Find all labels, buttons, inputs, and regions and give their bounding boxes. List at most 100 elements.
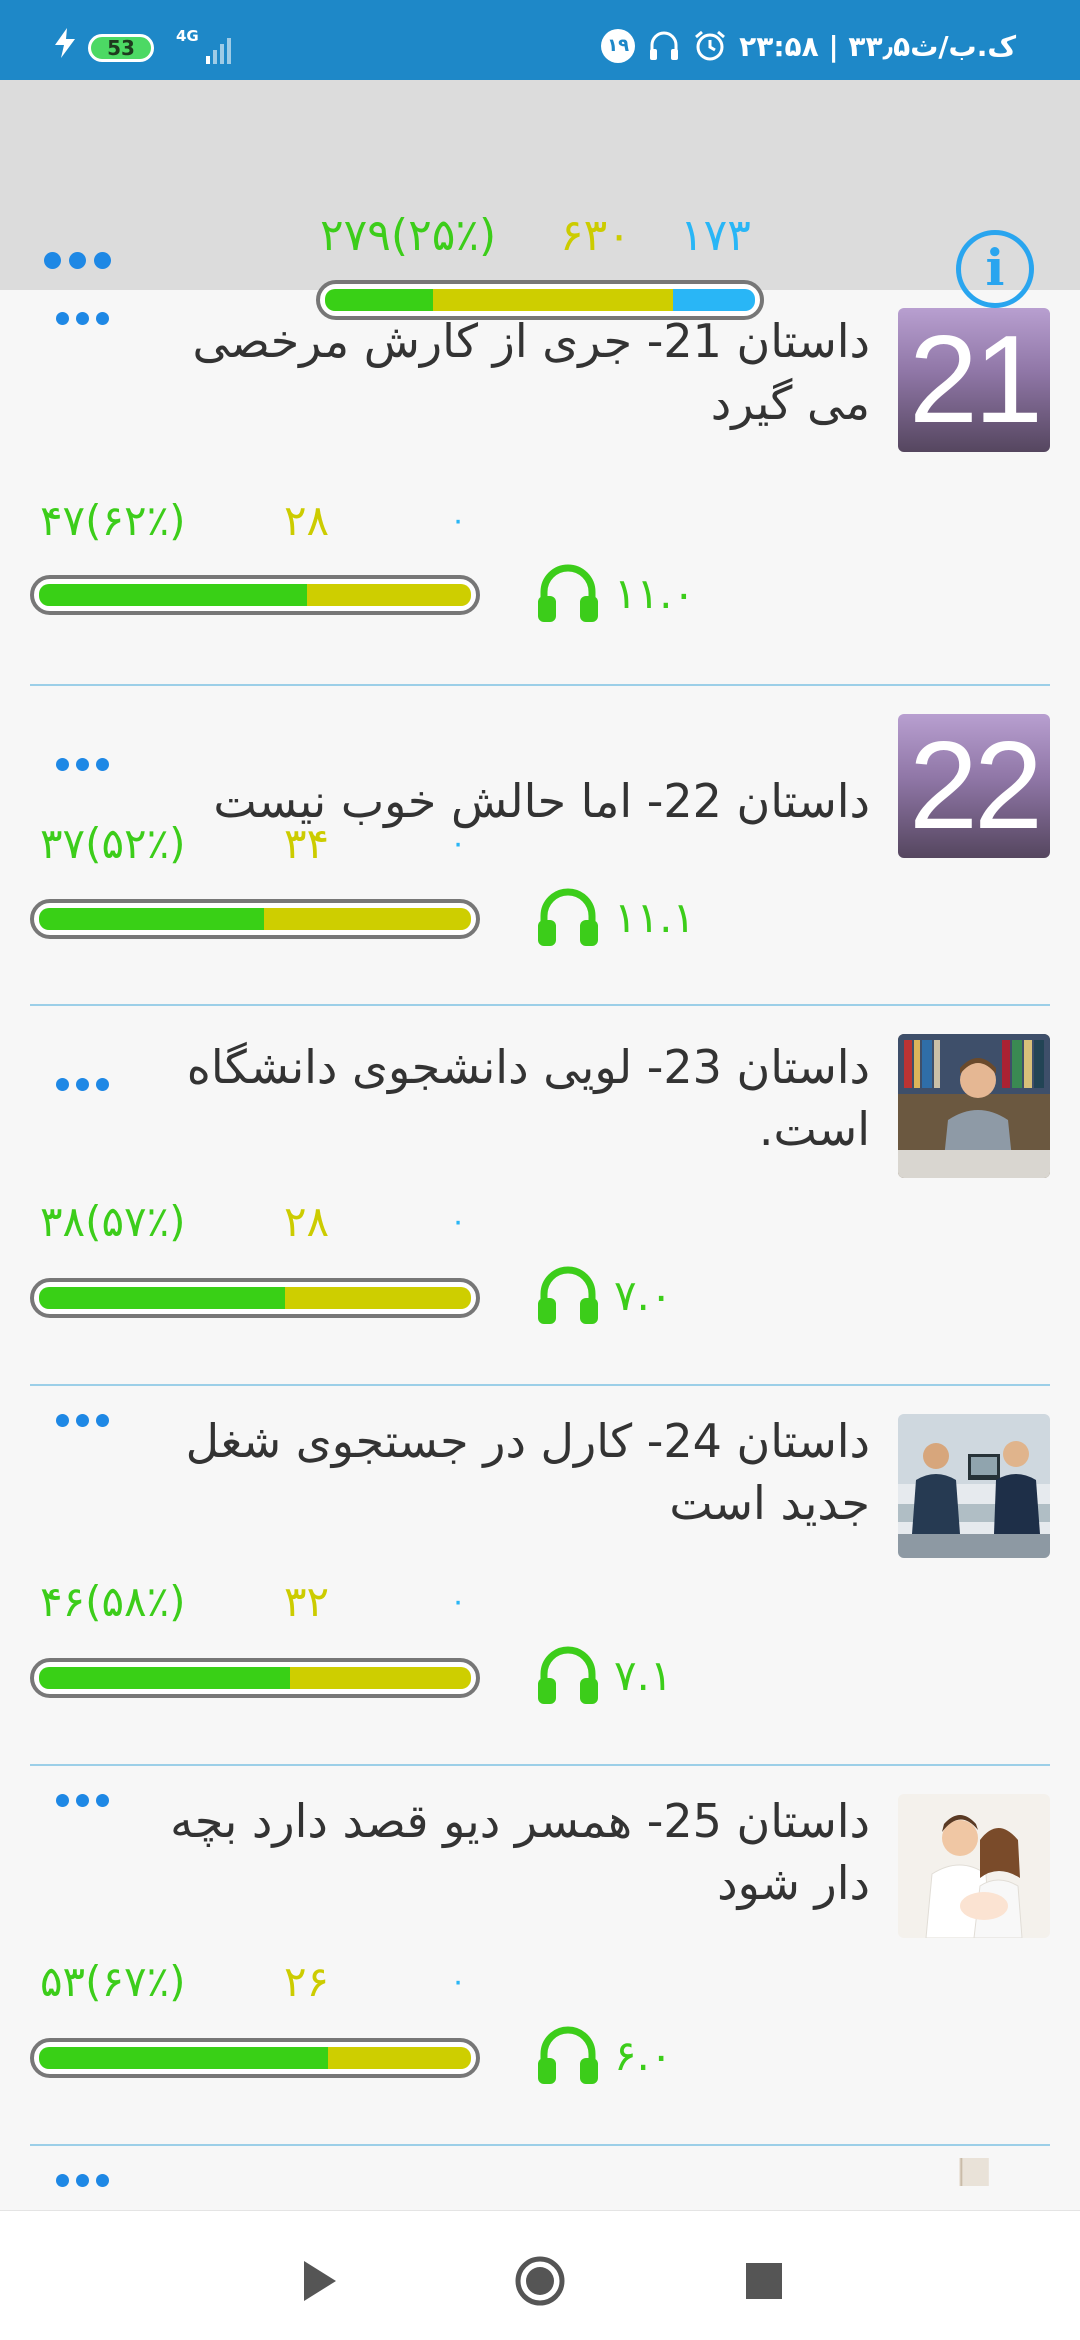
story-bar-green (39, 2047, 329, 2069)
more-dots-icon (56, 1794, 116, 1807)
story-bar-yellow (285, 1287, 471, 1309)
new-stat: ۰ (450, 826, 467, 861)
story-duration: ۱۱.۱ (614, 893, 696, 942)
story-bar-green (39, 584, 307, 606)
story-menu-button[interactable] (56, 2174, 116, 2192)
story-bar-yellow (328, 2047, 471, 2069)
in-progress-stat: ۲۸ (284, 496, 330, 545)
learned-stat: ۳۷(۵۲٪) (40, 819, 186, 868)
story-bar-yellow (289, 1667, 471, 1689)
story-item[interactable] (0, 2146, 1080, 2210)
charging-bolt-icon (55, 28, 75, 58)
story-duration: ۷.۱ (614, 1651, 673, 1700)
status-bar: 53 4G ۱۹ ۲۳:۵۸ | ۳۳٫۵ک.ب/ث (0, 0, 1080, 80)
summary-stats: ۲۷۹(۲۵٪) ۶۳۰ ۱۷۳ (320, 206, 760, 266)
story-item[interactable]: 22 داستان 22- اما حالش خوب نیست ۳۷(۵۲٪) … (0, 686, 1080, 1006)
headset-icon (650, 31, 679, 60)
headphones-icon[interactable] (536, 886, 600, 948)
story-bar-track (39, 1667, 471, 1689)
story-progress-bar (30, 899, 480, 939)
status-right-cluster: ۱۹ ۲۳:۵۸ | ۳۳٫۵ک.ب/ث (601, 28, 1016, 64)
story-thumbnail[interactable]: 22 (898, 714, 1050, 858)
more-dots-icon (56, 758, 116, 771)
story-menu-button[interactable] (56, 1414, 116, 1432)
play-icon[interactable] (292, 2255, 344, 2307)
learned-stat: ۳۸(۵۷٪) (40, 1197, 186, 1246)
story-thumbnail[interactable] (898, 2158, 1050, 2186)
story-duration: ۷.۰ (614, 1271, 673, 1320)
story-thumbnail[interactable] (898, 1034, 1050, 1178)
story-list[interactable]: 21 داستان 21- جری از کارش مرخصی می گیرد … (0, 290, 1080, 2210)
record-icon[interactable] (514, 2255, 566, 2307)
more-dots-icon (44, 252, 124, 269)
story-bar-yellow (263, 908, 471, 930)
learned-stat: ۴۷(۶۲٪) (40, 496, 186, 545)
stop-icon[interactable] (738, 2255, 790, 2307)
more-dots-icon (56, 1414, 116, 1427)
story-item[interactable]: 21 داستان 21- جری از کارش مرخصی می گیرد … (0, 290, 1080, 686)
new-stat: ۰ (450, 1964, 467, 1999)
headphones-icon[interactable] (536, 562, 600, 624)
headphones-icon[interactable] (536, 2024, 600, 2086)
headphones-icon[interactable] (536, 1264, 600, 1326)
story-menu-button[interactable] (56, 312, 116, 330)
story-duration: ۱۱.۰ (614, 569, 696, 618)
story-bar-green (39, 908, 264, 930)
story-title[interactable]: داستان 25- همسر دیو قصد دارد بچه دار شود (120, 1790, 870, 1914)
story-progress-bar (30, 1278, 480, 1318)
summary-learned-stat: ۲۷۹(۲۵٪) (320, 210, 497, 261)
progress-summary-header: ۲۷۹(۲۵٪) ۶۳۰ ۱۷۳ i (0, 80, 1080, 320)
signal-strength-icon (206, 38, 231, 64)
story-bar-green (39, 1667, 290, 1689)
more-dots-icon (56, 2174, 116, 2187)
story-bar-green (39, 1287, 286, 1309)
story-item[interactable]: داستان 24- کارل در جستجوی شغل جدید است ۴… (0, 1386, 1080, 1766)
story-stats: ۴۶(۵۸٪) ۳۲ ۰ (30, 1574, 480, 1630)
player-controls (0, 2210, 1080, 2340)
in-progress-stat: ۲۸ (284, 1197, 330, 1246)
new-stat: ۰ (450, 503, 467, 538)
story-stats: ۴۷(۶۲٪) ۲۸ ۰ (30, 493, 480, 549)
story-stats: ۳۸(۵۷٪) ۲۸ ۰ (30, 1194, 480, 1250)
more-dots-icon (56, 312, 116, 325)
network-type-label: 4G (176, 27, 199, 45)
battery-indicator: 53 (88, 34, 154, 62)
story-thumbnail[interactable] (898, 1794, 1050, 1938)
story-title[interactable]: داستان 24- کارل در جستجوی شغل جدید است (120, 1410, 870, 1534)
info-icon: i (985, 238, 1005, 297)
story-bar-track (39, 1287, 471, 1309)
story-thumbnail[interactable]: 21 (898, 308, 1050, 452)
alarm-clock-icon (695, 30, 726, 61)
in-progress-stat: ۳۴ (284, 819, 330, 868)
headphones-icon[interactable] (536, 1644, 600, 1706)
story-thumbnail[interactable] (898, 1414, 1050, 1558)
story-menu-button[interactable] (56, 758, 116, 776)
summary-new-stat: ۱۷۳ (680, 210, 751, 261)
notification-count-badge: ۱۹ (601, 29, 636, 63)
story-item[interactable]: داستان 25- همسر دیو قصد دارد بچه دار شود… (0, 1766, 1080, 2146)
more-dots-icon (56, 1078, 116, 1091)
story-bar-track (39, 2047, 471, 2069)
story-item[interactable]: داستان 23- لویی دانشجوی دانشگاه است. ۳۸(… (0, 1006, 1080, 1386)
story-menu-button[interactable] (56, 1794, 116, 1812)
in-progress-stat: ۳۲ (284, 1577, 330, 1626)
time-and-speed-text: ۲۳:۵۸ | ۳۳٫۵ک.ب/ث (739, 29, 1016, 63)
summary-in-progress-stat: ۶۳۰ (560, 210, 631, 261)
story-progress-bar (30, 575, 480, 615)
story-title[interactable]: داستان 23- لویی دانشجوی دانشگاه است. (120, 1036, 870, 1160)
story-duration: ۶.۰ (614, 2031, 673, 2080)
story-bar-track (39, 584, 471, 606)
story-progress-bar (30, 1658, 480, 1698)
story-stats: ۳۷(۵۲٪) ۳۴ ۰ (30, 816, 480, 872)
story-menu-button[interactable] (56, 1078, 116, 1096)
story-bar-yellow (306, 584, 471, 606)
learned-stat: ۵۳(۶۷٪) (40, 1957, 186, 2006)
story-stats: ۵۳(۶۷٪) ۲۶ ۰ (30, 1954, 480, 2010)
more-options-button[interactable] (44, 252, 124, 276)
in-progress-stat: ۲۶ (284, 1957, 330, 2006)
story-title[interactable]: داستان 21- جری از کارش مرخصی می گیرد (120, 310, 870, 434)
story-progress-bar (30, 2038, 480, 2078)
new-stat: ۰ (450, 1584, 467, 1619)
new-stat: ۰ (450, 1204, 467, 1239)
learned-stat: ۴۶(۵۸٪) (40, 1577, 186, 1626)
